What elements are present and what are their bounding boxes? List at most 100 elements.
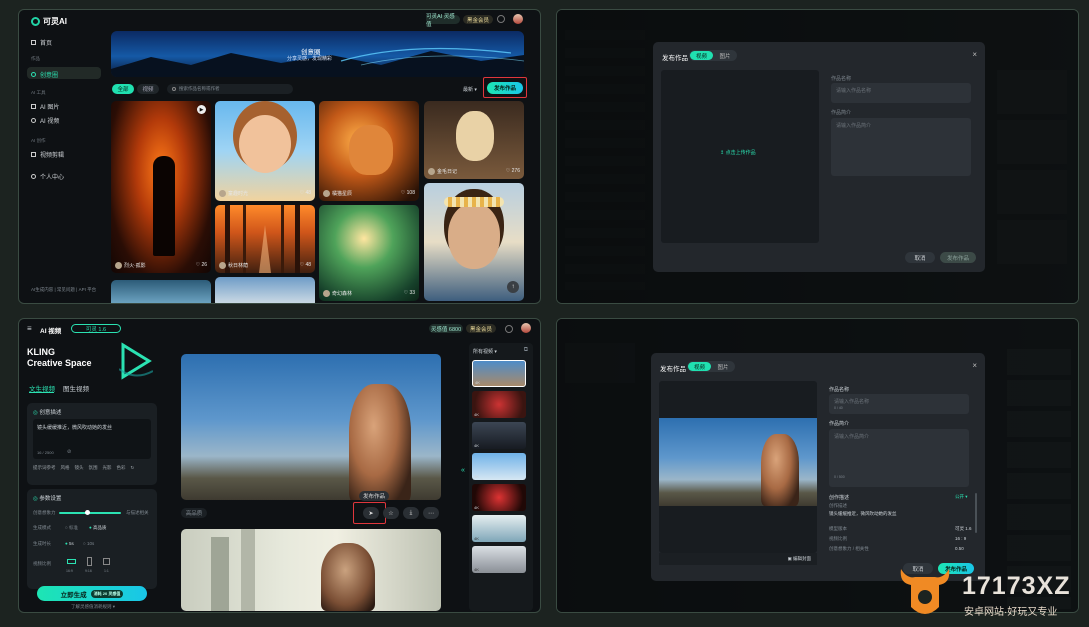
kling-logo-icon [31,17,40,26]
avatar[interactable] [513,14,523,24]
history-thumb[interactable]: 4K [472,484,526,511]
radio-high-quality[interactable]: ● 高品质 [89,525,106,531]
history-thumb[interactable]: 4K [472,360,526,387]
radio-10s[interactable]: ○ 10s [83,541,94,546]
logo[interactable]: 可灵AI [31,16,67,27]
sort-dropdown[interactable]: 最新 ▾ [463,86,477,93]
gallery-card[interactable]: 秋日林荫 ♡ 48 [215,205,315,273]
refresh-icon[interactable]: ↻ [131,465,135,471]
chevron-down-icon: ▾ [473,87,477,93]
cancel-button[interactable]: 取消 [905,252,935,263]
gallery-card[interactable]: ↑ [424,183,524,301]
settings-icon[interactable] [505,325,513,333]
like-count[interactable]: ♡ 276 [506,168,520,174]
arrow-up-icon[interactable]: ↑ [507,281,519,293]
ratio-16-9[interactable] [67,559,76,564]
hint-tag[interactable]: 氛围 [89,465,98,471]
hint-tag[interactable]: 风格 [61,465,70,471]
points-pill[interactable]: 灵感值 6800 [429,324,463,333]
collapse-icon[interactable]: « [461,467,465,474]
tab-image[interactable]: 图片 [712,362,734,371]
like-count[interactable]: ♡ 108 [401,190,415,196]
tab-video[interactable]: 视频 [137,84,159,94]
banner[interactable]: 创意圈 分享灵感，发现精彩 [111,31,524,77]
avatar [323,290,330,297]
gallery-card[interactable]: 童趣时光 ♡ 48 [215,101,315,201]
scrollbar[interactable] [975,493,977,533]
ratio-9-16[interactable] [87,557,92,566]
hint-tag[interactable]: 镜头 [75,465,84,471]
more-icon[interactable]: ⋯ [423,507,439,519]
close-icon[interactable]: × [972,50,977,59]
sidebar-section-tools: AI 工具 [31,90,46,95]
history-thumb[interactable]: 4K [472,546,526,573]
video-preview-second[interactable] [181,529,441,611]
clear-icon[interactable]: ⊘ [67,449,71,455]
name-input[interactable]: 请输入作品名称 0 / 40 [829,394,969,414]
hint-tag[interactable]: 色彩 [117,465,126,471]
desc-input[interactable]: 请输入作品简介 [831,118,971,176]
like-count[interactable]: ♡ 48 [300,262,311,268]
prompt-visibility-toggle[interactable]: 公开 ▾ [955,494,968,500]
history-thumb[interactable]: 4K [472,515,526,542]
search-input[interactable]: 搜索作品名称或作者 [167,84,293,94]
avatar[interactable] [521,323,531,333]
tab-image[interactable]: 图片 [714,51,736,60]
ratio-1-1[interactable] [103,558,110,565]
gallery-card[interactable]: 奇幻森林 ♡ 33 [319,205,419,301]
tab-video[interactable]: 视频 [690,51,713,60]
like-count[interactable]: ♡ 33 [404,290,415,296]
history-thumb[interactable]: 4K [472,453,526,480]
sidebar-item-creative-circle[interactable]: 创意圈 [31,70,58,79]
hint-tag[interactable]: 光影 [103,465,112,471]
video-preview[interactable] [181,354,441,500]
like-count[interactable]: ♡ 48 [300,190,311,196]
gallery-card[interactable] [111,280,211,303]
download-icon[interactable]: ⤓ [403,507,419,519]
user-icon [31,174,36,179]
star-icon[interactable]: ☆ [383,507,399,519]
settings-icon[interactable] [497,15,505,23]
history-thumb[interactable]: 4K [472,422,526,449]
desc-label: 作品简介 [829,421,850,427]
prompt-input[interactable]: 镜头缓缓推近，微风吹动她的发丝 16 / 2500 ⊘ [33,419,151,459]
version-select[interactable]: 可灵 1.6 [71,324,121,333]
sidebar-item-ai-image[interactable]: AI 图片 [31,102,59,111]
layout-icon[interactable]: ⧉ [524,347,528,354]
gallery-card[interactable] [215,277,315,303]
radio-5s[interactable]: ● 5s [65,541,74,546]
sidebar-item-ai-video[interactable]: AI 视频 [31,116,59,125]
generate-button[interactable]: 立即生成 消耗 20 灵感值 [37,586,147,601]
upload-hint[interactable]: ↥ 点击上传作品 [720,149,756,156]
sidebar-item-video-edit[interactable]: 视频剪辑 [31,150,64,159]
points-pill[interactable]: 可灵AI 灵感值 [426,14,460,28]
submit-button[interactable]: 发布作品 [940,252,976,263]
history-title[interactable]: 所有视频 ▾ [473,348,497,355]
tab-image-to-video[interactable]: 图生视频 [63,383,89,393]
video-cover[interactable] [659,381,817,553]
slider-handle[interactable] [85,510,90,515]
tab-all[interactable]: 全部 [112,84,134,94]
generate-cost: 消耗 20 灵感值 [90,589,124,598]
gallery-card[interactable]: 金毛日记 ♡ 276 [424,101,524,179]
history-thumb[interactable]: 4K [472,391,526,418]
name-input[interactable]: 请输入作品名称 [831,83,971,103]
vip-pill[interactable]: 黑金会员 [466,324,496,333]
tab-video[interactable]: 视频 [688,362,711,371]
vip-pill[interactable]: 黑金会员 [463,15,493,24]
gallery-card[interactable]: 橘猫星辰 ♡ 108 [319,101,419,201]
edit-cover-button[interactable]: ▣ 编辑封面 [787,556,811,562]
sidebar-item-home[interactable]: 首页 [31,38,52,47]
upload-area[interactable]: ↥ 点击上传作品 [661,70,819,243]
radio-standard[interactable]: ○ 标准 [65,525,78,531]
creativity-slider[interactable] [59,512,121,514]
close-icon[interactable]: × [972,361,977,370]
play-icon[interactable]: ▶ [197,105,206,114]
menu-icon[interactable]: ≡ [27,324,32,333]
sidebar-item-profile[interactable]: 个人中心 [31,172,64,181]
hint-tag[interactable]: 提示词参考 [33,465,56,471]
desc-input[interactable]: 请输入作品简介 0 / 500 [829,429,969,487]
cost-rule-link[interactable]: 了解灵感值消耗规则 ▾ [71,604,115,610]
gallery-card[interactable]: ▶ 烈火·孤影 ♡ 26 [111,101,211,273]
like-count[interactable]: ♡ 26 [196,262,207,268]
